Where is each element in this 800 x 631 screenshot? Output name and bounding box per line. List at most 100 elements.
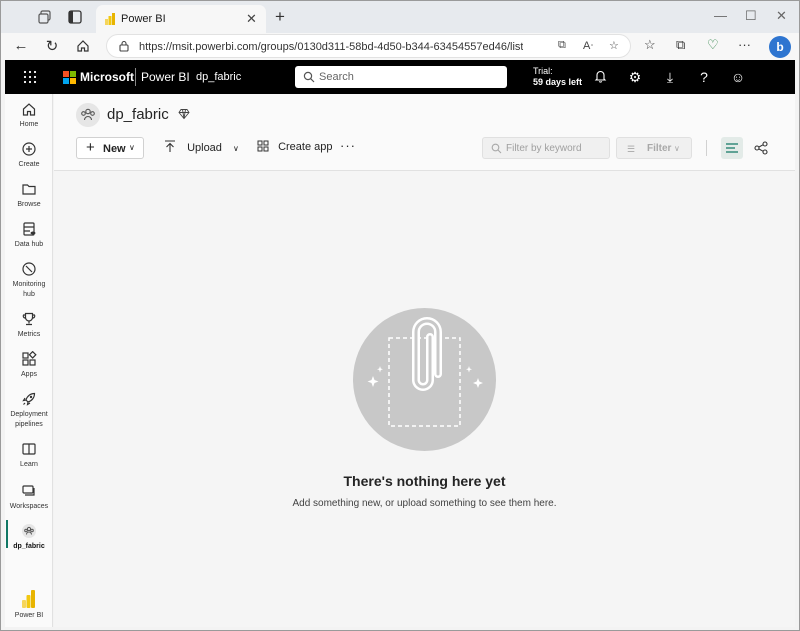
workspaces-icon[interactable]: [38, 10, 52, 24]
nav-workspaces[interactable]: Workspaces: [5, 483, 53, 512]
filter-icon: ☰: [627, 144, 636, 154]
nav-label: Metrics: [17, 331, 41, 338]
upload-button[interactable]: Upload ∨: [164, 140, 239, 154]
diamond-icon[interactable]: [178, 108, 190, 120]
chevron-down-icon: ∨: [129, 143, 135, 152]
trophy-icon: [22, 312, 36, 326]
lock-icon[interactable]: [118, 40, 130, 52]
settings-icon[interactable]: ⚙: [627, 69, 643, 86]
app-available-icon[interactable]: ⧉: [558, 39, 566, 52]
brand-name[interactable]: Microsoft: [80, 70, 134, 84]
workspace-title: dp_fabric: [107, 106, 169, 123]
refresh-icon[interactable]: ↻: [43, 37, 61, 55]
workspaces-icon: [22, 485, 35, 496]
help-icon[interactable]: ?: [696, 69, 712, 85]
tab-actions-icon[interactable]: [68, 10, 82, 24]
search-icon: [491, 143, 502, 154]
power-bi-label: Power BI: [14, 612, 44, 619]
nav-label-line2: pipelines: [15, 421, 43, 428]
header-divider: [135, 68, 136, 86]
nav-label: dp_fabric: [13, 543, 45, 550]
nav-current-workspace[interactable]: dp_fabric: [5, 523, 53, 552]
bing-chat-icon[interactable]: b: [769, 36, 791, 58]
nav-label: Create: [18, 161, 40, 168]
new-button-label: New: [103, 143, 126, 155]
power-bi-logo-icon[interactable]: [22, 590, 36, 608]
list-view-button[interactable]: [721, 137, 743, 159]
nav-data-hub[interactable]: Data hub: [5, 221, 53, 250]
trial-status[interactable]: Trial: 59 days left: [533, 66, 582, 88]
close-tab-icon[interactable]: ✕: [246, 11, 257, 27]
window-close-icon[interactable]: ✕: [776, 8, 787, 24]
toolbar-divider: [706, 140, 707, 156]
download-icon[interactable]: ⤓: [662, 69, 678, 86]
nav-metrics[interactable]: Metrics: [5, 311, 53, 340]
new-tab-icon[interactable]: +: [275, 7, 285, 27]
app-launcher-icon[interactable]: [23, 70, 37, 84]
nav-home[interactable]: Home: [5, 101, 53, 130]
book-icon: [22, 443, 36, 455]
nav-deployment-pipelines[interactable]: Deployment pipelines: [5, 391, 53, 430]
home-icon[interactable]: [76, 39, 90, 53]
create-app-button[interactable]: Create app: [257, 140, 333, 153]
apps-icon: [257, 140, 269, 152]
upload-label: Upload: [187, 142, 222, 154]
more-icon[interactable]: ···: [738, 37, 751, 52]
monitoring-icon: [22, 262, 36, 276]
nav-label: Workspaces: [9, 503, 49, 510]
workspace-group-icon: [22, 524, 36, 538]
nav-label: Home: [19, 121, 39, 128]
microsoft-logo-icon: [63, 71, 76, 84]
nav-learn[interactable]: Learn: [5, 441, 53, 470]
product-name[interactable]: Power BI: [141, 70, 190, 84]
url-bar[interactable]: https://msit.powerbi.com/groups/0130d311…: [106, 34, 631, 58]
lineage-view-icon[interactable]: [754, 141, 768, 155]
upload-icon: [165, 140, 175, 152]
search-placeholder: Search: [319, 71, 354, 83]
breadcrumb[interactable]: dp_fabric: [196, 71, 241, 83]
create-icon: [22, 142, 36, 156]
nav-label-line2: hub: [23, 291, 35, 298]
add-favorite-icon[interactable]: ☆: [609, 39, 619, 52]
search-input[interactable]: Search: [295, 66, 507, 88]
nav-label: Apps: [21, 371, 37, 378]
search-icon: [303, 71, 315, 83]
nav-create[interactable]: Create: [5, 141, 53, 170]
nav-browse[interactable]: Browse: [5, 181, 53, 210]
empty-state-subtitle: Add something new, or upload something t…: [292, 498, 557, 509]
notifications-icon[interactable]: [594, 69, 607, 83]
read-aloud-icon[interactable]: Aᐧ: [583, 39, 593, 52]
minimize-icon[interactable]: —: [714, 8, 727, 23]
trial-days: 59 days left: [533, 77, 583, 87]
nav-monitoring-hub[interactable]: Monitoring hub: [5, 261, 53, 300]
workspace-avatar-icon: [76, 103, 100, 127]
app-header: Microsoft Power BI dp_fabric Search Tria…: [5, 60, 795, 94]
feedback-icon[interactable]: ☺: [730, 69, 746, 85]
folder-icon: [22, 184, 36, 195]
filter-button[interactable]: ☰ Filter ∨: [616, 137, 692, 159]
address-toolbar: ← ↻ https://msit.powerbi.com/groups/0130…: [0, 33, 800, 60]
trial-label: Trial:: [533, 66, 553, 76]
back-icon[interactable]: ←: [12, 37, 30, 54]
maximize-icon[interactable]: ☐: [745, 8, 757, 24]
nav-label: Browse: [17, 201, 41, 208]
favorites-icon[interactable]: ☆: [644, 37, 656, 53]
new-button[interactable]: + New ∨: [76, 137, 144, 159]
collections-icon[interactable]: ⧉: [676, 37, 685, 53]
browser-tab[interactable]: Power BI ✕: [96, 5, 266, 33]
apps-icon: [22, 351, 37, 366]
plus-icon: +: [86, 139, 95, 156]
nav-label: Learn: [20, 461, 38, 468]
data-hub-icon: [23, 222, 36, 236]
filter-placeholder: Filter by keyword: [506, 143, 582, 154]
nav-label: Deployment: [10, 411, 48, 418]
chevron-down-icon: ∨: [674, 144, 680, 153]
browser-tab-strip: Power BI ✕ + — ☐ ✕: [0, 0, 800, 33]
create-app-label: Create app: [278, 141, 333, 153]
filter-keyword-input[interactable]: Filter by keyword: [482, 137, 610, 159]
browser-essentials-icon[interactable]: ♡: [707, 37, 719, 53]
main-content: dp_fabric + New ∨ Upload ∨ Create app ··…: [54, 94, 795, 627]
more-options-button[interactable]: ···: [340, 138, 356, 153]
workspace-header: dp_fabric + New ∨ Upload ∨ Create app ··…: [54, 94, 795, 171]
nav-apps[interactable]: Apps: [5, 351, 53, 380]
